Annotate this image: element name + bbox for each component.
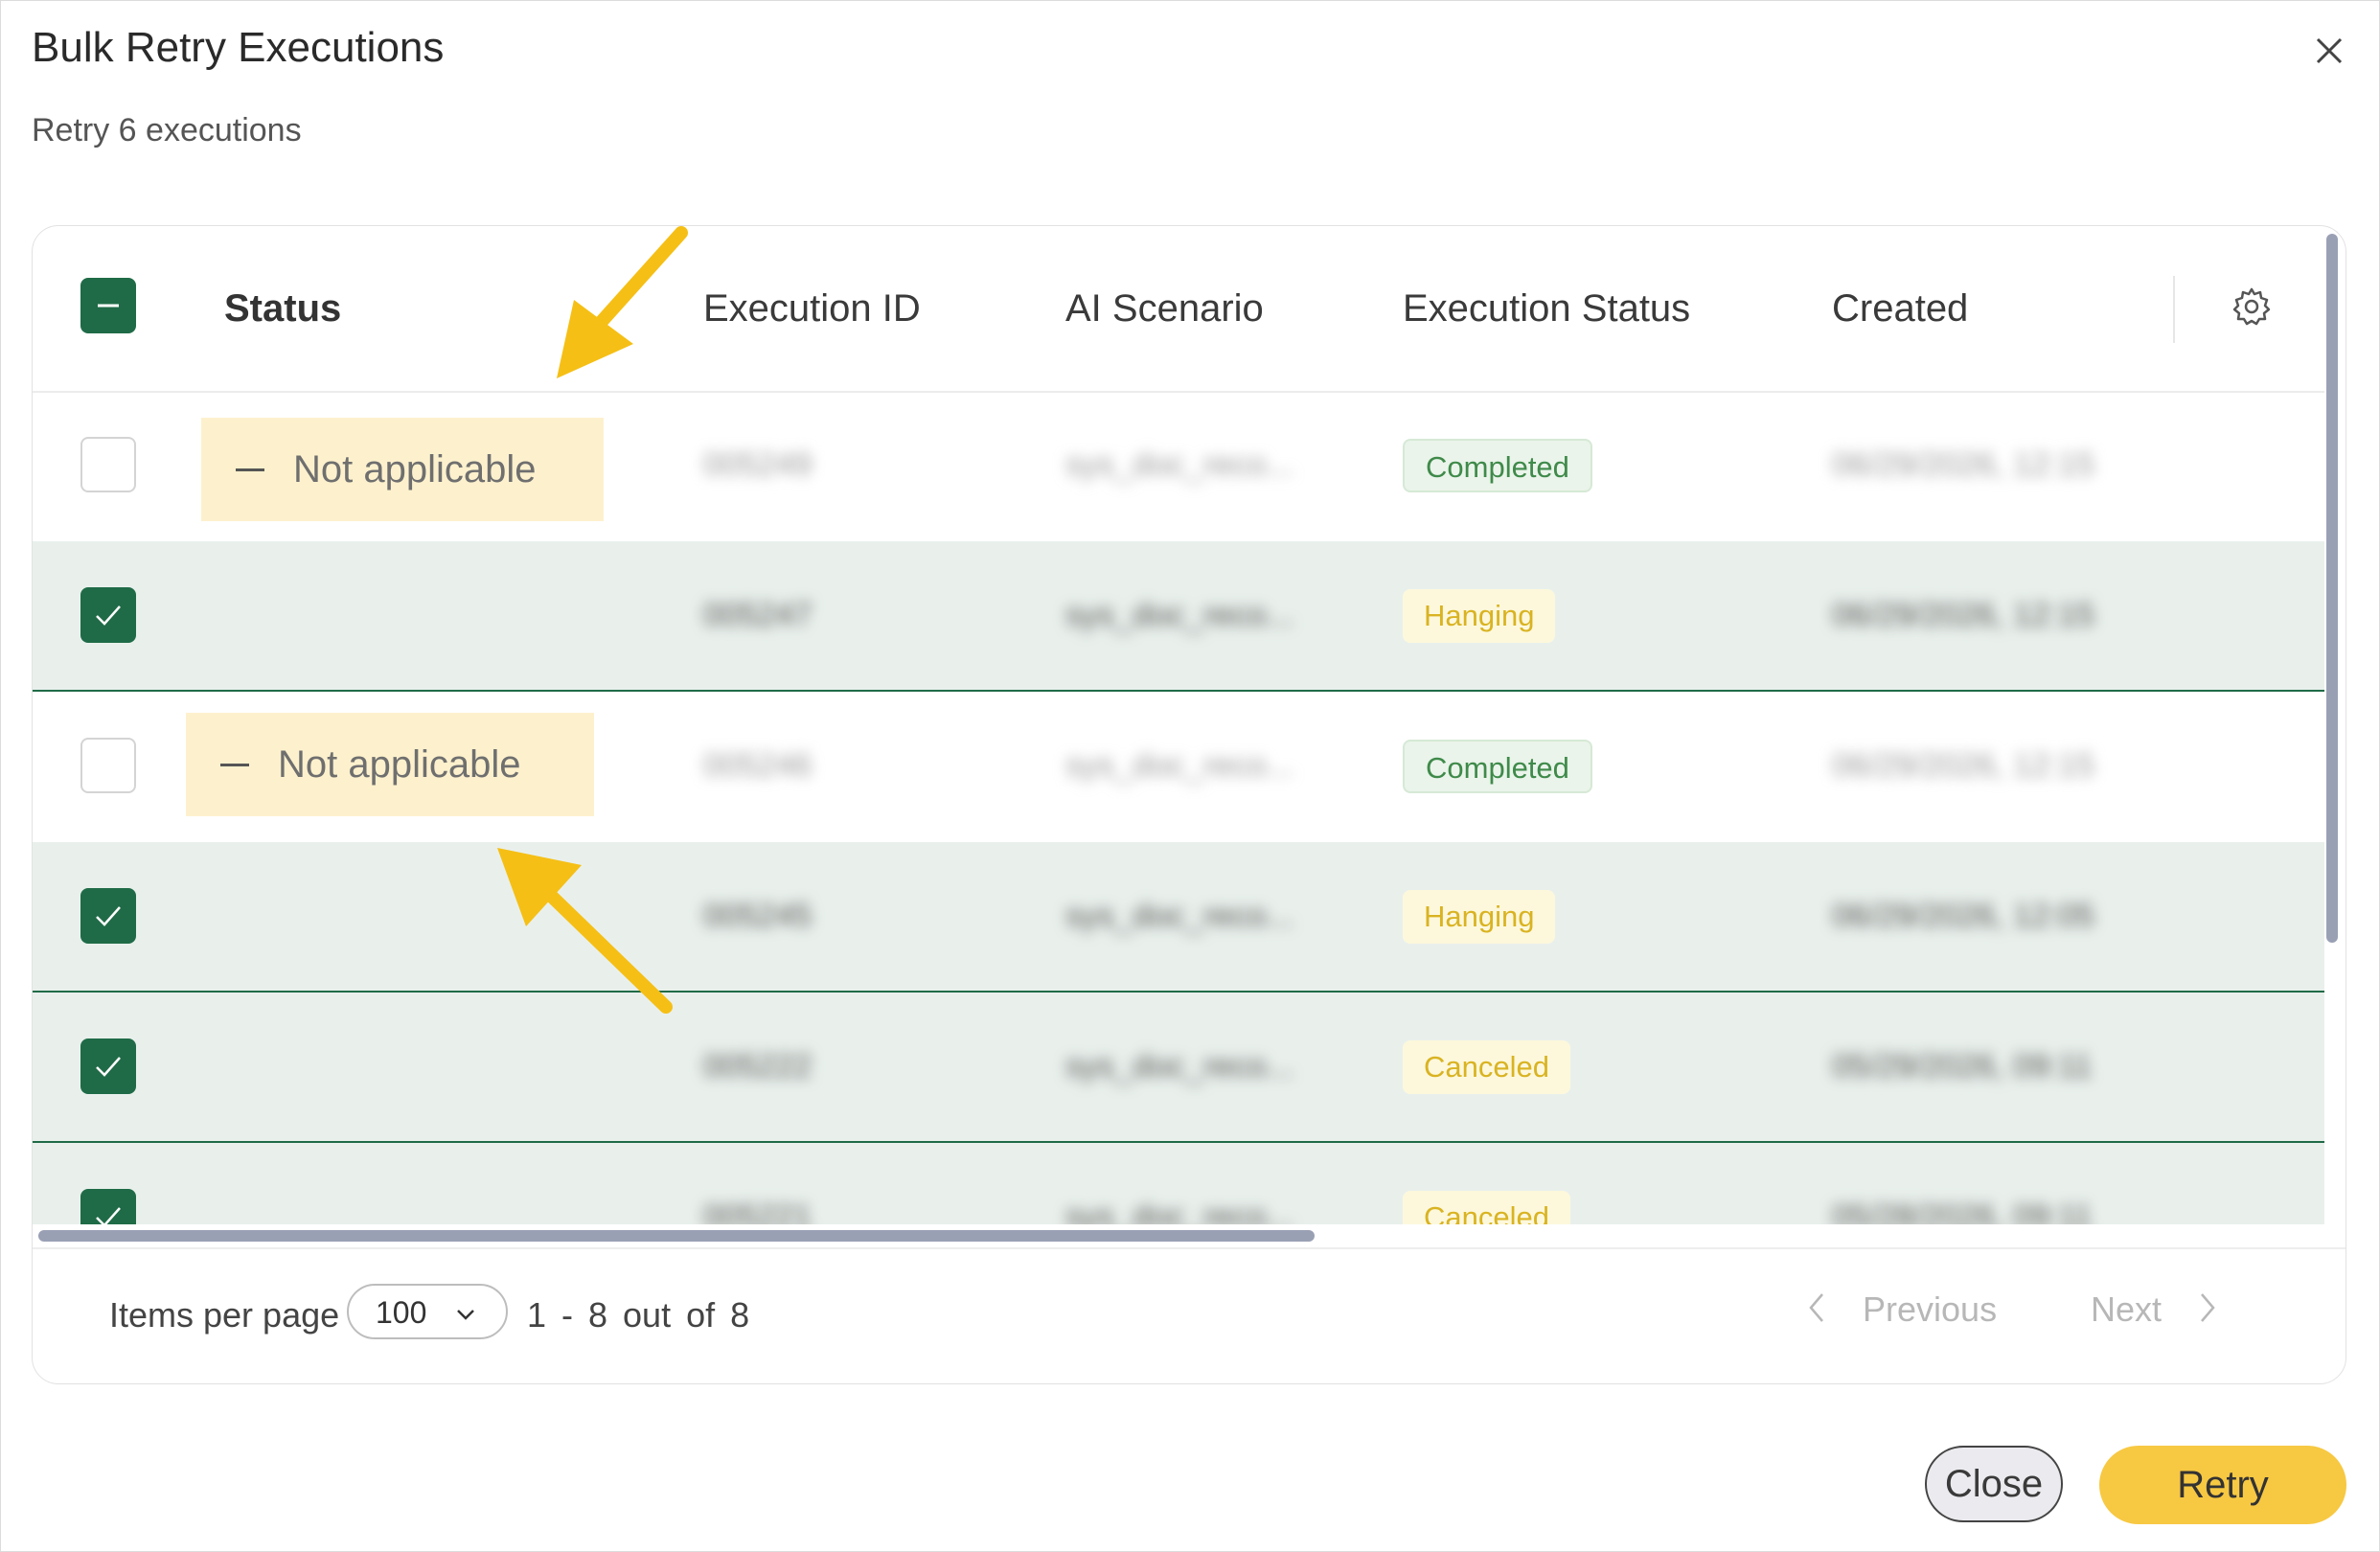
status-not-applicable: Not applicable: [201, 418, 604, 521]
previous-label: Previous: [1863, 1290, 1998, 1329]
table-row[interactable]: 005221 sys_doc_reco... Canceled 05/28/20…: [33, 1143, 2324, 1224]
table-row[interactable]: 005247 sys_doc_reco... Hanging 06/29/202…: [33, 541, 2324, 692]
check-icon: [96, 605, 121, 626]
column-header-created[interactable]: Created: [1832, 287, 1968, 331]
table-row[interactable]: Not applicable 005249 sys_doc_reco... Co…: [33, 391, 2324, 541]
check-icon: [96, 1207, 121, 1224]
created-date: 06/29/2026, 12:05: [1832, 898, 2095, 934]
header-divider: [2173, 276, 2175, 343]
row-checkbox[interactable]: [80, 437, 136, 492]
vertical-scrollbar[interactable]: [2326, 234, 2338, 943]
execution-id: 005245: [703, 898, 812, 934]
execution-id: 005222: [703, 1048, 812, 1084]
horizontal-scrollbar[interactable]: [38, 1230, 1315, 1242]
execution-status-badge: Hanging: [1403, 890, 1556, 944]
dialog-title: Bulk Retry Executions: [32, 24, 445, 71]
execution-status-badge: Completed: [1403, 439, 1592, 492]
status-not-applicable: Not applicable: [186, 713, 594, 816]
column-header-execution-id[interactable]: Execution ID: [703, 287, 921, 331]
created-date: 06/29/2026, 12:15: [1832, 747, 2095, 784]
close-button[interactable]: Close: [1925, 1446, 2063, 1522]
bulk-retry-dialog: Bulk Retry Executions Retry 6 executions…: [0, 0, 2380, 1552]
check-icon: [96, 1057, 121, 1077]
chevron-right-icon: [2201, 1293, 2215, 1322]
execution-status-badge: Hanging: [1403, 589, 1556, 643]
status-label: Not applicable: [293, 447, 537, 491]
table-row[interactable]: 005222 sys_doc_reco... Canceled 05/29/20…: [33, 993, 2324, 1143]
execution-status-badge: Completed: [1403, 740, 1592, 793]
status-label: Not applicable: [278, 742, 521, 786]
created-date: 06/29/2026, 12:15: [1832, 597, 2095, 633]
ai-scenario: sys_doc_reco...: [1065, 446, 1294, 483]
table-pagination: Items per page 100 1 - 8 out of 8 Previo…: [33, 1247, 2346, 1383]
row-checkbox[interactable]: [80, 738, 136, 793]
chevron-down-icon: [457, 1310, 474, 1320]
table-header: Status Execution ID AI Scenario Executio…: [33, 226, 2324, 393]
table-row[interactable]: Not applicable 005246 sys_doc_reco... Co…: [33, 692, 2324, 842]
next-page-button[interactable]: Next: [2091, 1290, 2219, 1330]
execution-id: 005246: [703, 747, 812, 784]
column-header-execution-status[interactable]: Execution Status: [1403, 287, 1690, 331]
ai-scenario: sys_doc_reco...: [1065, 898, 1294, 934]
ai-scenario: sys_doc_reco...: [1065, 747, 1294, 784]
chevron-left-icon: [1809, 1293, 1823, 1322]
execution-status-badge: Canceled: [1403, 1191, 1570, 1224]
executions-table-card: Status Execution ID AI Scenario Executio…: [32, 225, 2346, 1384]
ai-scenario: sys_doc_reco...: [1065, 1048, 1294, 1084]
table-body: Not applicable 005249 sys_doc_reco... Co…: [33, 391, 2324, 1224]
created-date: 05/29/2026, 09:11: [1832, 1048, 2093, 1084]
items-per-page-value: 100: [376, 1295, 427, 1330]
execution-status-badge: Canceled: [1403, 1040, 1570, 1094]
next-label: Next: [2091, 1290, 2163, 1329]
row-checkbox[interactable]: [80, 1189, 136, 1224]
row-checkbox[interactable]: [80, 1038, 136, 1094]
ai-scenario: sys_doc_reco...: [1065, 1198, 1294, 1224]
ai-scenario: sys_doc_reco...: [1065, 597, 1294, 633]
select-all-checkbox[interactable]: [80, 278, 136, 333]
row-checkbox[interactable]: [80, 888, 136, 944]
created-date: 06/29/2026, 12:15: [1832, 446, 2095, 483]
dash-icon: [236, 468, 264, 471]
gear-icon[interactable]: [2231, 285, 2273, 328]
items-per-page-label: Items per page: [109, 1295, 340, 1335]
retry-button[interactable]: Retry: [2099, 1446, 2346, 1524]
execution-id: 005247: [703, 597, 812, 633]
previous-page-button[interactable]: Previous: [1805, 1290, 1997, 1330]
dash-icon: [220, 763, 249, 766]
execution-id: 005249: [703, 446, 812, 483]
row-checkbox[interactable]: [80, 587, 136, 643]
minus-icon: [98, 304, 119, 308]
pagination-range: 1 - 8 out of 8: [527, 1295, 750, 1335]
table-row[interactable]: 005245 sys_doc_reco... Hanging 06/29/202…: [33, 842, 2324, 993]
column-header-ai-scenario[interactable]: AI Scenario: [1065, 287, 1264, 331]
column-header-status[interactable]: Status: [224, 287, 341, 331]
items-per-page-select[interactable]: 100: [347, 1284, 508, 1339]
execution-id: 005221: [703, 1198, 812, 1224]
close-icon[interactable]: [2308, 30, 2350, 72]
dialog-subtitle: Retry 6 executions: [32, 112, 302, 148]
created-date: 05/28/2026, 09:11: [1832, 1198, 2093, 1224]
check-icon: [96, 906, 121, 926]
